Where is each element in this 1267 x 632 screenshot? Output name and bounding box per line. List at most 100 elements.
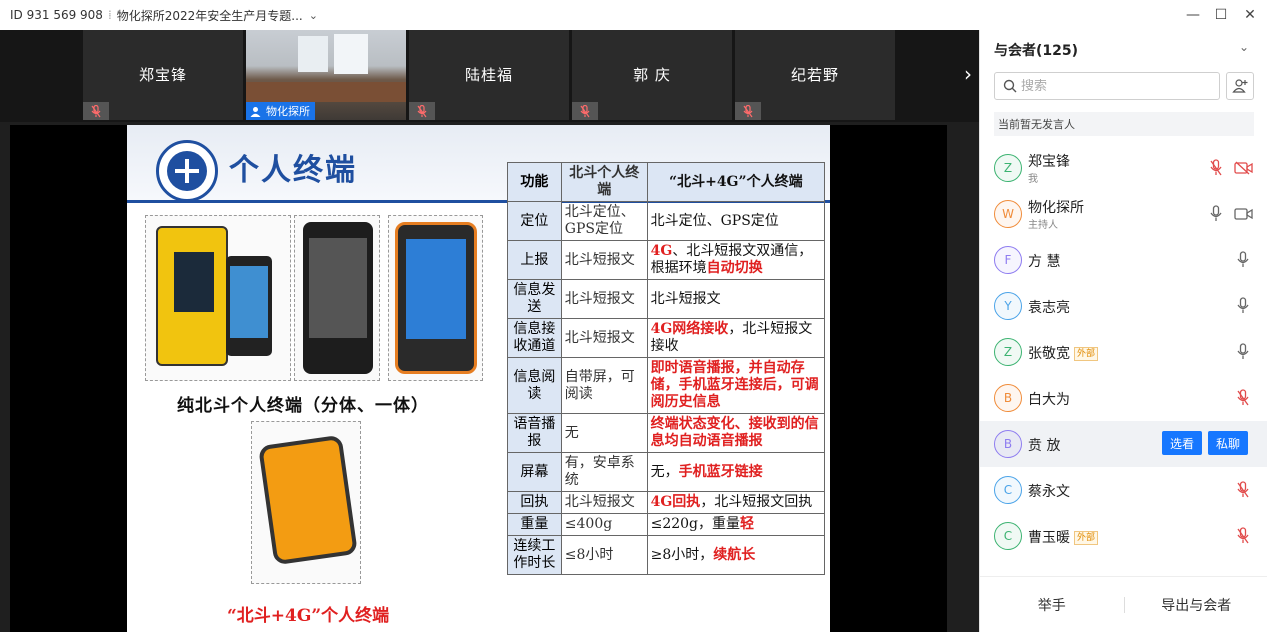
beidou-cell: 北斗短报文 [560, 491, 648, 514]
meeting-title[interactable]: 物化探所2022年安全生产月专题... [117, 7, 303, 24]
participant-name-text: 贲 放 [1028, 438, 1061, 454]
table-row: 上报 北斗短报文 4G、北斗短报文双通信，根据环境自动切换 [507, 240, 826, 280]
function-cell: 连续工作时长 [507, 535, 562, 575]
participant-row[interactable]: Z 郑宝锋我 [980, 145, 1267, 191]
participant-video-strip: 郑宝锋 物化探所 陆桂福 郭 庆 纪若野 › [0, 30, 979, 122]
participant-row[interactable]: B 贲 放 选看 私聊 [980, 421, 1267, 467]
cell-text: ≥8小时， [650, 546, 714, 563]
participant-name-text: 蔡永文 [1028, 484, 1070, 500]
chevron-right-icon[interactable]: › [959, 62, 977, 86]
mic-muted-icon[interactable] [1236, 527, 1252, 545]
beidou-4g-cell: 4G回执，北斗短报文回执 [646, 491, 826, 514]
participant-name-text: 袁志亮 [1028, 300, 1070, 316]
video-area: 郑宝锋 物化探所 陆桂福 郭 庆 纪若野 › 个人终端 纯北斗个人终端（分体、一… [0, 30, 979, 632]
beidou-phone-terminal-image [294, 215, 380, 381]
cell-text: 北斗短报文 [650, 290, 721, 307]
table-row: 信息阅读 自带屏，可阅读 即时语音播报，并自动存储，手机蓝牙连接后，可调阅历史信息 [507, 357, 826, 414]
highlight-text: 4G回执 [650, 494, 701, 510]
shared-screen: 个人终端 纯北斗个人终端（分体、一体） “北斗+4G”个人终端 功能 北斗个人终… [10, 125, 947, 632]
tile-name: 郑宝锋 [138, 66, 187, 84]
slide: 个人终端 纯北斗个人终端（分体、一体） “北斗+4G”个人终端 功能 北斗个人终… [127, 125, 830, 632]
mic-icon[interactable] [1236, 343, 1252, 361]
raise-hand-button[interactable]: 举手 [980, 595, 1124, 615]
minimize-button[interactable]: — [1182, 4, 1204, 26]
invite-button[interactable] [1226, 72, 1254, 100]
private-chat-button[interactable]: 私聊 [1208, 431, 1249, 455]
mic-muted-icon[interactable] [1236, 481, 1252, 499]
highlight-text: 自动切换 [706, 260, 763, 276]
avatar: F [994, 246, 1022, 274]
title-bar: ID 931 569 908 ⁞ 物化探所2022年安全生产月专题... ⌄ —… [0, 0, 1267, 30]
participant-name: 蔡永文 [1028, 481, 1070, 501]
search-input[interactable] [1021, 78, 1219, 94]
avatar: Z [994, 154, 1022, 182]
close-button[interactable]: ✕ [1239, 4, 1261, 26]
participant-row[interactable]: C 曹玉暖 外部 [980, 513, 1267, 559]
tile-name: 物化探所 [266, 105, 310, 118]
beidou-cell: 北斗短报文 [560, 240, 648, 280]
table-row: 信息发送 北斗短报文 北斗短报文 [507, 279, 826, 319]
mic-icon[interactable] [1236, 251, 1252, 269]
participant-row[interactable]: W 物化探所 主持人 [980, 191, 1267, 237]
beidou-4g-cell: 终端状态变化、接收到的信息均自动语音播报 [646, 413, 826, 453]
highlight-text: 终端状态变化、接收到的信息均自动语音播报 [650, 416, 819, 449]
table-header-row: 功能 北斗个人终端 “北斗+4G”个人终端 [507, 162, 826, 202]
participant-name: 贲 放 [1028, 435, 1060, 455]
beidou-cell: 有，安卓系统 [560, 452, 648, 492]
highlight-text: 轻 [740, 516, 755, 532]
search-box[interactable] [994, 72, 1220, 100]
beidou-4g-cell: 北斗短报文 [646, 279, 826, 319]
avatar: W [994, 200, 1022, 228]
chevron-down-icon[interactable]: ⌄ [1239, 40, 1249, 54]
search-icon [999, 79, 1021, 93]
avatar: B [994, 384, 1022, 412]
participant-row[interactable]: Y 袁志亮 [980, 283, 1267, 329]
external-badge: 外部 [1074, 531, 1099, 545]
host-label: 物化探所 [246, 102, 315, 120]
terminal-comparison-table: 功能 北斗个人终端 “北斗+4G”个人终端 定位 北斗定位、GPS定位 北斗定位、G… [507, 162, 826, 575]
meeting-info-dropdown-icon[interactable]: ⌄ [309, 9, 318, 22]
geological-survey-logo-icon [156, 140, 218, 202]
beidou-rugged-terminal-image [388, 215, 483, 381]
mic-muted-icon[interactable] [1236, 389, 1252, 407]
participant-name: 方 慧 [1028, 251, 1060, 271]
avatar: C [994, 522, 1022, 550]
participant-list: Z 郑宝锋我 W 物化探所 主持人 F 方 慧 Y 袁志亮 Z 张敬宽 外部 B 白大为 B 贲 放 选看 私聊 C… [980, 145, 1267, 575]
camera-icon[interactable] [1234, 206, 1254, 222]
export-participants-button[interactable]: 导出与会者 [1125, 595, 1267, 615]
function-cell: 回执 [507, 491, 562, 514]
video-tile[interactable]: 纪若野 [735, 30, 895, 120]
participant-row[interactable]: F方 慧 [980, 237, 1267, 283]
beidou-4g-cell: 即时语音播报，并自动存储，手机蓝牙连接后，可调阅历史信息 [646, 357, 826, 414]
video-tile[interactable]: 郑宝锋 [83, 30, 243, 120]
mic-icon[interactable] [1209, 205, 1225, 223]
highlight-text: 续航长 [713, 546, 756, 563]
participant-name-text: 曹玉暖 [1028, 530, 1070, 546]
participant-row[interactable]: C 蔡永文 [980, 467, 1267, 513]
mic-muted-icon[interactable] [1209, 159, 1225, 177]
participant-row[interactable]: Z 张敬宽 外部 [980, 329, 1267, 375]
participant-name: 袁志亮 [1028, 297, 1070, 317]
beidou-4g-cell: 4G、北斗短报文双通信，根据环境自动切换 [646, 240, 826, 280]
table-row: 连续工作时长 ≤8小时 ≥8小时，续航长 [507, 535, 826, 575]
participant-row[interactable]: B 白大为 [980, 375, 1267, 421]
table-row: 屏幕 有，安卓系统 无，手机蓝牙链接 [507, 452, 826, 492]
video-tile[interactable]: 陆桂福 [409, 30, 569, 120]
watch-video-button[interactable]: 选看 [1162, 431, 1203, 455]
table-header-cell: 功能 [507, 162, 562, 202]
maximize-button[interactable]: ☐ [1210, 4, 1232, 26]
beidou-cell: ≤8小时 [560, 535, 648, 575]
beidou-terminal-caption: 纯北斗个人终端（分体、一体） [177, 396, 429, 416]
video-tile[interactable]: 郭 庆 [572, 30, 732, 120]
user-icon [248, 104, 262, 118]
camera-off-icon[interactable] [1234, 160, 1254, 176]
highlight-text: 手机蓝牙链接 [678, 463, 763, 480]
participant-name: 张敬宽 外部 [1028, 343, 1099, 363]
mic-icon[interactable] [1236, 297, 1252, 315]
beidou-4g-cell: ≤220g，重量轻 [646, 513, 826, 536]
highlight-text: 4G [650, 243, 673, 259]
participants-title: 与会者(125) [994, 43, 1079, 59]
cell-text: ≤220g，重量 [650, 516, 741, 532]
avatar: C [994, 476, 1022, 504]
video-tile-active[interactable]: 物化探所 [246, 30, 406, 120]
